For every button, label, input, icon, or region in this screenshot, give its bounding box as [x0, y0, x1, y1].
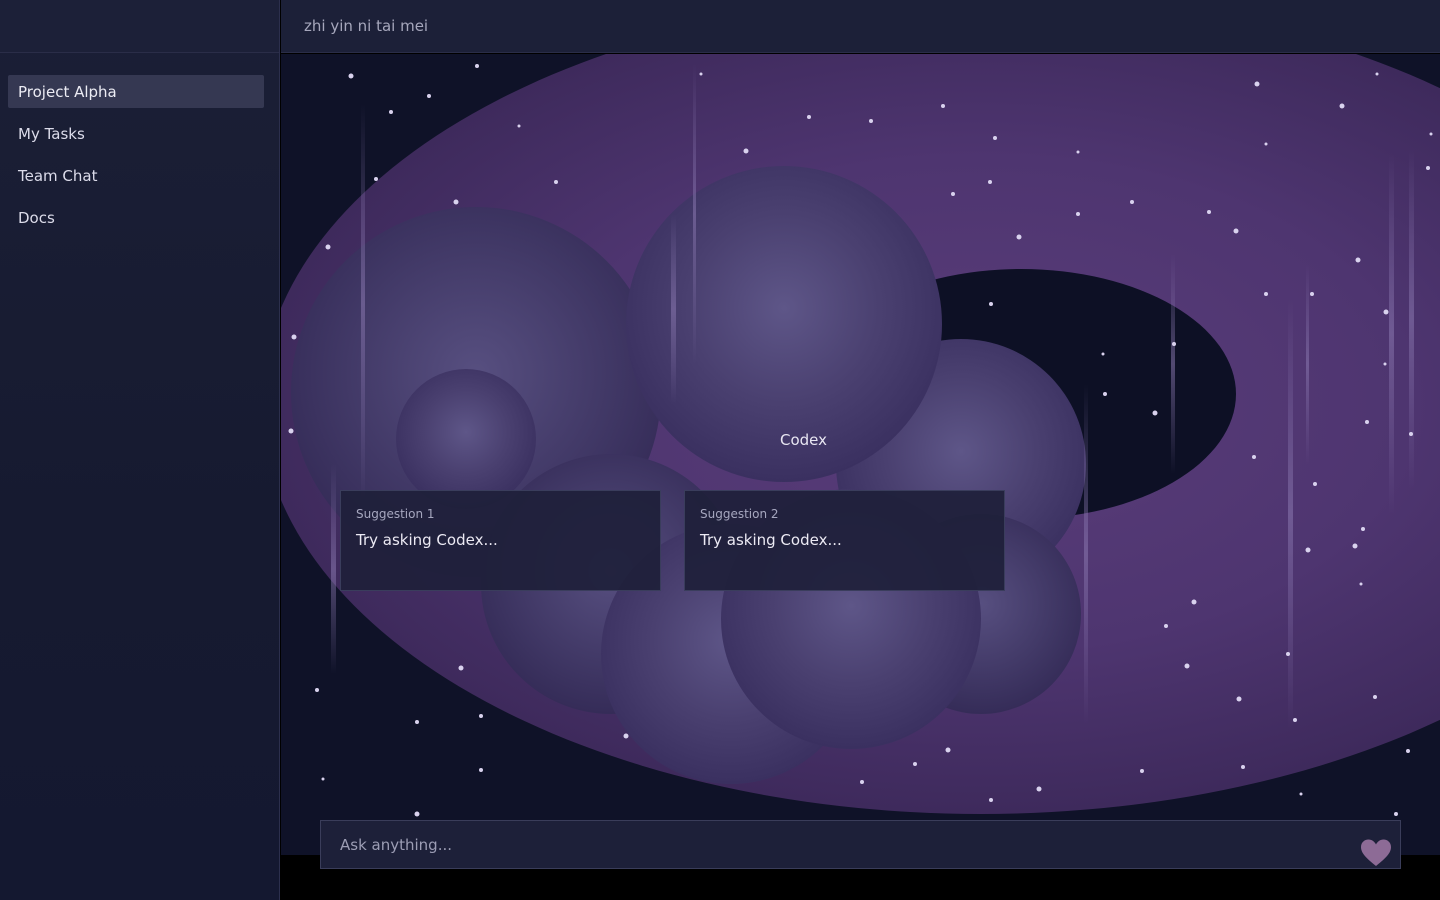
orb-small [396, 369, 536, 509]
suggestion-text: Try asking Codex... [700, 531, 842, 549]
composer [320, 820, 1401, 869]
suggestion-heading: Suggestion 1 [356, 507, 435, 521]
sidebar-item-my-tasks[interactable]: My Tasks [8, 117, 264, 150]
conversation-title: zhi yin ni tai mei [304, 17, 429, 35]
sidebar-item-label: Docs [18, 208, 55, 227]
app-window: Project Alpha My Tasks Team Chat Docs zh… [0, 0, 1440, 900]
sidebar-header [0, 0, 279, 53]
suggestion-card-2[interactable]: Suggestion 2 Try asking Codex... [684, 490, 1005, 591]
heart-icon[interactable] [1360, 838, 1392, 868]
suggestion-card-1[interactable]: Suggestion 1 Try asking Codex... [340, 490, 661, 591]
ask-input[interactable] [340, 835, 1400, 854]
sidebar-nav: Project Alpha My Tasks Team Chat Docs [0, 53, 279, 234]
assistant-title: Codex [780, 431, 828, 449]
sidebar: Project Alpha My Tasks Team Chat Docs [0, 0, 280, 900]
sidebar-item-team-chat[interactable]: Team Chat [8, 159, 264, 192]
sidebar-item-project-alpha[interactable]: Project Alpha [8, 75, 264, 108]
suggestion-text: Try asking Codex... [356, 531, 498, 549]
space-background-illustration [281, 54, 1440, 855]
main-canvas: Codex Suggestion 1 Try asking Codex... S… [281, 54, 1440, 855]
sidebar-item-label: Team Chat [18, 166, 98, 185]
sidebar-item-label: My Tasks [18, 124, 85, 143]
sidebar-item-label: Project Alpha [18, 82, 117, 101]
sidebar-item-docs[interactable]: Docs [8, 201, 264, 234]
top-bar: zhi yin ni tai mei [281, 0, 1440, 53]
suggestion-heading: Suggestion 2 [700, 507, 779, 521]
